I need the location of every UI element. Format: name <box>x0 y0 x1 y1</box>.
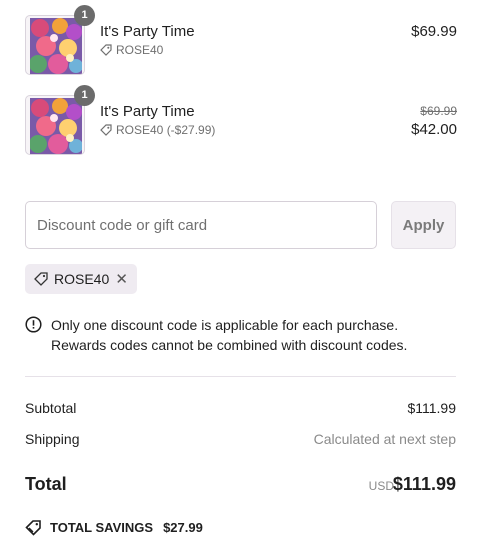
quantity-badge: 1 <box>74 85 95 106</box>
product-title: It's Party Time <box>100 103 195 120</box>
applied-discount: ROSE40 <box>100 43 163 57</box>
subtotal-value: $111.99 <box>407 400 456 416</box>
flower-painting-image <box>30 98 82 154</box>
savings-tag-icon <box>25 520 41 536</box>
discounted-price: $42.00 <box>411 121 457 138</box>
original-price: $69.99 <box>420 104 457 118</box>
flower-painting-image <box>30 18 82 74</box>
discount-code-label: ROSE40 <box>116 43 164 57</box>
tag-icon <box>100 44 112 56</box>
line-item: 1 It's Party Time ROSE40 $69.99 <box>25 5 457 77</box>
total-value: $111.99 <box>392 474 456 494</box>
savings-label: TOTAL SAVINGS <box>50 520 154 535</box>
shipping-label: Shipping <box>25 431 80 447</box>
notice-line-2: Rewards codes cannot be combined with di… <box>51 337 408 353</box>
item-price: $69.99 <box>411 23 457 40</box>
product-thumbnail <box>25 95 85 155</box>
shipping-value: Calculated at next step <box>313 431 456 447</box>
notice-line-1: Only one discount code is applicable for… <box>51 317 399 333</box>
quantity-badge: 1 <box>74 5 95 26</box>
subtotal-label: Subtotal <box>25 400 77 416</box>
line-item: 1 It's Party Time ROSE40 (-$27.99) $69.9… <box>25 85 457 157</box>
notice-text: Only one discount code is applicable for… <box>51 315 407 355</box>
tag-icon <box>34 272 48 286</box>
total-label: Total <box>25 474 67 494</box>
currency-code: USD <box>368 479 394 493</box>
product-title: It's Party Time <box>100 23 195 40</box>
apply-button[interactable]: Apply <box>391 201 456 249</box>
close-icon[interactable]: ✕ <box>115 272 128 287</box>
info-circle-icon <box>25 316 42 333</box>
tag-icon <box>100 124 112 136</box>
product-thumbnail <box>25 15 85 75</box>
applied-code-chip: ROSE40 ✕ <box>25 264 137 294</box>
applied-discount: ROSE40 (-$27.99) <box>100 123 215 137</box>
discount-code-input[interactable] <box>25 201 377 249</box>
applied-code-label: ROSE40 <box>54 271 110 287</box>
divider <box>25 376 456 377</box>
total-savings: TOTAL SAVINGS $27.99 <box>25 519 203 536</box>
discount-code-label: ROSE40 (-$27.99) <box>116 123 216 137</box>
savings-value: $27.99 <box>163 520 203 535</box>
